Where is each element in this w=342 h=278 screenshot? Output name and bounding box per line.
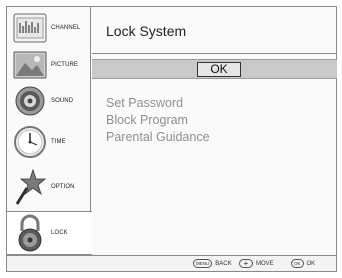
back-hint: MENU BACK	[193, 259, 232, 268]
move-label: MOVE	[256, 260, 274, 267]
sidebar-item-label: CHANNEL	[51, 25, 81, 31]
sidebar-item-label: LOCK	[51, 230, 68, 236]
sidebar-item-label: SOUND	[51, 98, 74, 104]
menu-list: Set Password Block Program Parental Guid…	[106, 95, 210, 146]
sidebar-item-label: OPTION	[51, 184, 75, 190]
footer-hints: MENU BACK + MOVE OK OK	[7, 255, 336, 271]
sidebar-item-sound[interactable]: SOUND	[7, 83, 90, 119]
menu-item-block-program[interactable]: Block Program	[106, 112, 210, 129]
channel-icon	[12, 10, 48, 46]
page-title: Lock System	[106, 23, 187, 39]
ok-button[interactable]: OK	[197, 62, 241, 77]
ok-key-icon: OK	[291, 259, 304, 268]
menu-item-set-password[interactable]: Set Password	[106, 95, 210, 112]
move-hint: + MOVE	[239, 259, 274, 268]
ok-bar: OK	[92, 59, 337, 79]
sidebar-item-channel[interactable]: CHANNEL	[7, 9, 90, 47]
ok-hint: OK OK	[291, 259, 315, 268]
picture-icon	[12, 47, 48, 83]
star-wand-icon	[12, 168, 48, 205]
dpad-icon: +	[239, 259, 253, 268]
sidebar: CHANNEL PICTURE SOUND TIME OPTION LOCK	[7, 7, 92, 255]
menu-item-parental-guidance[interactable]: Parental Guidance	[106, 129, 210, 146]
tv-menu-window: CHANNEL PICTURE SOUND TIME OPTION LOCK L…	[6, 6, 337, 272]
back-label: BACK	[215, 260, 232, 267]
sidebar-item-time[interactable]: TIME	[7, 121, 90, 163]
padlock-icon	[12, 214, 48, 252]
clock-icon	[12, 124, 48, 160]
sidebar-item-label: TIME	[51, 139, 66, 145]
menu-key-icon: MENU	[193, 259, 213, 268]
divider	[92, 53, 337, 54]
sidebar-item-label: PICTURE	[51, 62, 79, 68]
sidebar-item-option[interactable]: OPTION	[7, 165, 90, 209]
speaker-icon	[12, 83, 48, 119]
sidebar-item-lock[interactable]: LOCK	[7, 211, 92, 255]
ok-hint-label: OK	[306, 260, 316, 267]
sidebar-item-picture[interactable]: PICTURE	[7, 49, 90, 81]
main-panel: Lock System OK Set Password Block Progra…	[92, 7, 337, 255]
